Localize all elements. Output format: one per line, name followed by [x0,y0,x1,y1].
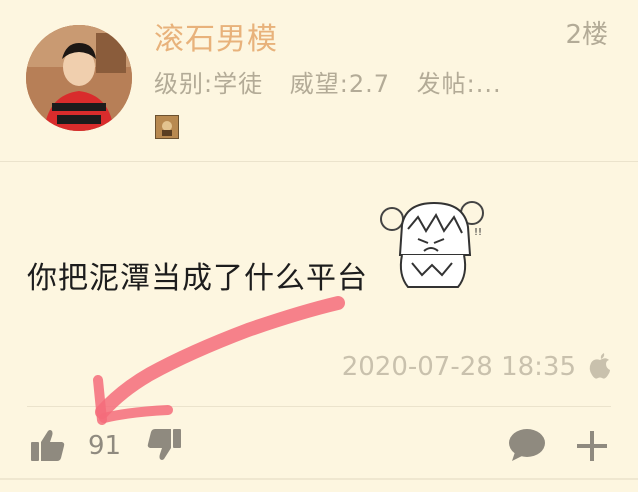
author-meta: 级别:学徒 威望:2.7 发帖:... [154,64,520,99]
author-name[interactable]: 滚石男模 [154,14,278,58]
thumbs-down-icon [147,429,181,460]
avatar-image [26,25,132,131]
like-count: 91 [88,431,122,461]
author-level: 级别:学徒 [154,70,264,98]
dislike-button[interactable] [146,428,182,462]
post-timestamp: 2020-07-28 18:35 [341,352,576,382]
speech-bubble-icon [509,429,545,461]
post-content: 你把泥潭当成了什么平台 [27,261,368,296]
reply-button[interactable] [508,428,546,462]
like-button[interactable] [30,428,66,462]
apple-logo-icon [588,352,612,380]
svg-text:!!: !! [474,227,482,238]
sticker-image: !! [378,195,488,295]
author-avatar[interactable] [26,25,132,131]
floor-number: 2楼 [565,20,608,50]
more-button[interactable] [576,430,608,462]
footer-divider [27,406,611,407]
post-bottom-divider [0,478,638,480]
thumbs-up-icon [31,430,65,461]
plus-icon [577,431,607,461]
header-divider [0,161,638,162]
author-posts: 发帖:... [416,70,502,98]
post-floor: 滚石男模 2楼 级别:学徒 威望:2.7 发帖:... 你把泥潭当成了什么平台 … [0,0,638,492]
user-badge-icon [155,115,179,139]
author-prestige: 威望:2.7 [289,70,390,98]
